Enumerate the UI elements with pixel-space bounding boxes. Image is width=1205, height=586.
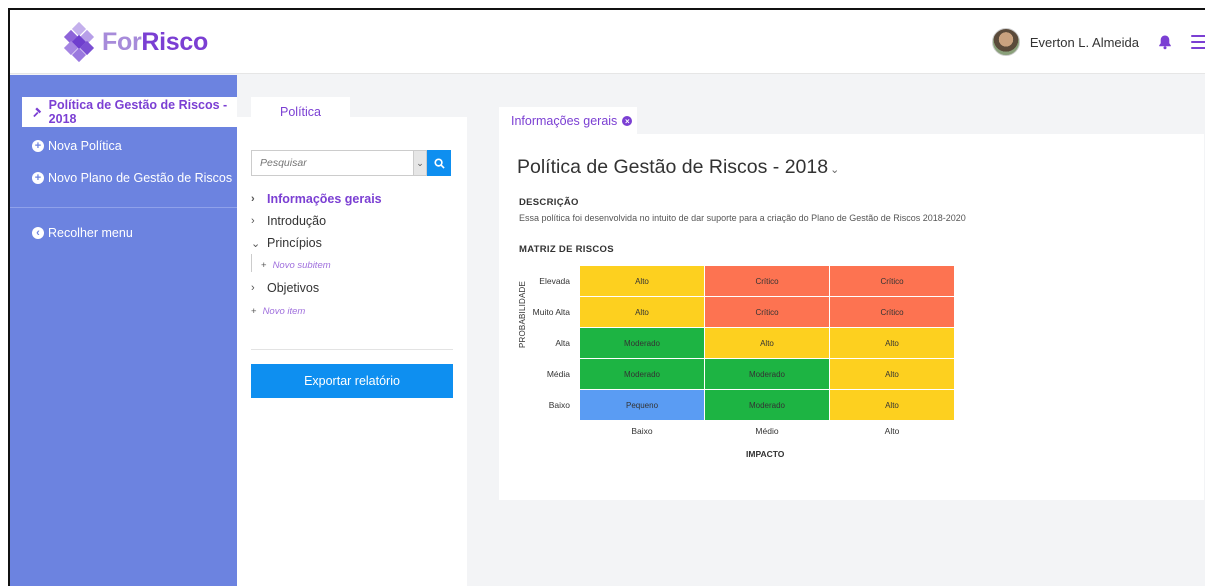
- matrix-cell: Moderado: [580, 328, 704, 358]
- matrix-cell: Crítico: [705, 297, 829, 327]
- page-title-text: Política de Gestão de Riscos - 2018: [517, 156, 829, 178]
- matrix-col-label: Médio: [755, 426, 779, 436]
- nav-item-label: Introdução: [267, 214, 327, 228]
- add-item-link[interactable]: + Novo item: [251, 306, 305, 317]
- matrix-cell: Crítico: [830, 266, 954, 296]
- top-bar: ForRisco Everton L. Almeida: [10, 10, 1205, 74]
- matrix-row-label: Alta: [555, 338, 570, 348]
- description-text: Essa política foi desenvolvida no intuit…: [519, 213, 966, 223]
- matrix-row-label: Média: [546, 369, 570, 379]
- sidebar-item-label: Política de Gestão de Riscos - 2018: [48, 98, 228, 126]
- sidebar-item-label: Recolher menu: [48, 226, 133, 240]
- user-area: Everton L. Almeida: [991, 28, 1205, 56]
- nav-item-informacoes-gerais[interactable]: › Informações gerais: [251, 192, 382, 206]
- matrix-cell: Crítico: [830, 297, 954, 327]
- sidebar-item-politica-2018[interactable]: Política de Gestão de Riscos - 2018: [22, 97, 237, 127]
- nav-item-label: Informações gerais: [267, 192, 382, 206]
- add-item-label: Novo item: [262, 306, 306, 317]
- nav-item-principios[interactable]: ⌄ Princípios: [251, 236, 322, 250]
- matrix-cell: Crítico: [705, 266, 829, 296]
- matrix-x-axis-label: IMPACTO: [746, 449, 785, 459]
- nav-item-introducao[interactable]: › Introdução: [251, 214, 326, 228]
- sidebar-item-nova-politica[interactable]: + Nova Política: [32, 139, 122, 153]
- matrix-col-label: Alto: [884, 426, 900, 436]
- nav-item-objetivos[interactable]: › Objetivos: [251, 281, 319, 295]
- sidebar-item-novo-plano[interactable]: + Novo Plano de Gestão de Riscos: [32, 171, 232, 185]
- plus-icon: +: [251, 306, 257, 317]
- nav-item-label: Princípios: [267, 236, 322, 250]
- logo-diamond-icon: [60, 21, 98, 63]
- search-box: ⌄: [251, 150, 451, 176]
- tab-informacoes-gerais[interactable]: Informações gerais ×: [499, 107, 637, 135]
- brand-for: For: [102, 27, 142, 56]
- matrix-cell: Alto: [830, 359, 954, 389]
- matrix-heading: MATRIZ DE RISCOS: [519, 244, 614, 255]
- plus-circle-icon: +: [32, 140, 44, 152]
- description-heading: DESCRIÇÃO: [519, 197, 579, 208]
- search-input[interactable]: [251, 150, 413, 176]
- matrix-row-label: Baixo: [548, 400, 570, 410]
- brand-risco: Risco: [141, 27, 208, 56]
- matrix-cell: Alto: [580, 297, 704, 327]
- sidebar-item-recolher-menu[interactable]: ‹ Recolher menu: [32, 226, 133, 240]
- chevron-down-icon[interactable]: ⌄: [413, 150, 427, 176]
- add-subitem-label: Novo subitem: [272, 260, 331, 271]
- matrix-col-label: Baixo: [631, 426, 653, 436]
- tab-label: Informações gerais: [511, 114, 618, 128]
- sidebar-divider: [10, 207, 237, 208]
- nav-item-label: Objetivos: [267, 281, 320, 295]
- plus-circle-icon: +: [32, 172, 44, 184]
- matrix-row-label: Muito Alta: [532, 307, 570, 317]
- matrix-cell: Alto: [705, 328, 829, 358]
- chevron-right-icon: ›: [251, 193, 255, 205]
- add-subitem-link[interactable]: + Novo subitem: [261, 260, 331, 271]
- app-frame: ForRisco Everton L. Almeida Política de …: [8, 8, 1205, 586]
- brand-logo[interactable]: ForRisco: [60, 21, 208, 63]
- chevron-right-icon: ›: [251, 215, 255, 227]
- matrix-cell: Moderado: [705, 359, 829, 389]
- sidebar-item-label: Nova Política: [48, 139, 122, 153]
- matrix-cell: Pequeno: [580, 390, 704, 420]
- tab-politica[interactable]: Política: [251, 97, 350, 127]
- search-button[interactable]: [427, 150, 451, 176]
- chevron-right-icon: ›: [251, 282, 255, 294]
- brand-name: ForRisco: [102, 28, 208, 57]
- avatar[interactable]: [991, 28, 1020, 56]
- hamburger-menu-icon[interactable]: [1191, 35, 1205, 49]
- matrix-cell: Alto: [830, 390, 954, 420]
- matrix-cell: Alto: [830, 328, 954, 358]
- outline-panel: Política ⌄ › Informações gerais › Introd…: [237, 75, 467, 586]
- sidebar: Política de Gestão de Riscos - 2018 + No…: [10, 75, 237, 586]
- matrix-cell: Moderado: [580, 359, 704, 389]
- bell-icon[interactable]: [1157, 34, 1173, 50]
- matrix-row-label: Elevada: [539, 276, 570, 286]
- search-icon: [433, 157, 445, 169]
- close-icon[interactable]: ×: [622, 116, 633, 126]
- arrow-left-circle-icon: ‹: [32, 227, 44, 239]
- matrix-cell: Alto: [580, 266, 704, 296]
- content-card: Política de Gestão de Riscos - 2018 ⌄ DES…: [499, 134, 1204, 500]
- user-name[interactable]: Everton L. Almeida: [1030, 35, 1139, 50]
- matrix-cell: Moderado: [705, 390, 829, 420]
- chevron-down-icon[interactable]: ⌄: [830, 164, 839, 176]
- sidebar-item-label: Novo Plano de Gestão de Riscos: [48, 171, 233, 185]
- export-report-button[interactable]: Exportar relatório: [251, 364, 453, 398]
- chevron-down-icon: ⌄: [251, 237, 261, 250]
- gavel-icon: [33, 106, 42, 117]
- subitem-connector-line: [251, 254, 252, 272]
- outline-divider: [251, 349, 453, 350]
- plus-icon: +: [261, 260, 267, 271]
- page-title[interactable]: Política de Gestão de Riscos - 2018 ⌄: [517, 156, 839, 179]
